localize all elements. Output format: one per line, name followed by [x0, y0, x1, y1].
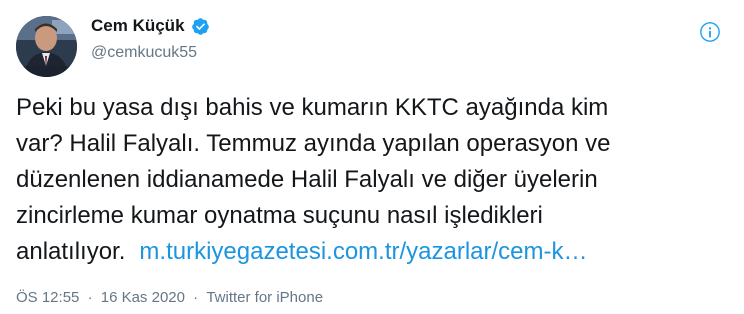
verified-badge-icon	[191, 17, 210, 36]
tweet-card: Cem Küçük @cemkucuk55 Peki bu yasa dışı …	[0, 0, 744, 314]
meta-separator: ·	[87, 289, 93, 306]
tweet-meta: ÖS 12:55 · 16 Kas 2020 · Twitter for iPh…	[16, 288, 323, 308]
more-options-icon	[699, 21, 721, 43]
tweet-link[interactable]: m.turkiyegazetesi.com.tr/yazarlar/cem-k…	[139, 238, 587, 265]
tweet-text-tail: anlatılıyor.	[16, 238, 126, 265]
tweet-date[interactable]: 16 Kas 2020	[101, 288, 185, 308]
meta-separator: ·	[193, 289, 199, 306]
tweet-text-last-line: anlatılıyor. m.turkiyegazetesi.com.tr/yaz…	[16, 234, 731, 270]
tweet-text: Peki bu yasa dışı bahis ve kumarın KKTC …	[16, 90, 731, 270]
avatar-image	[16, 16, 77, 77]
tweet-text-line: Peki bu yasa dışı bahis ve kumarın KKTC …	[16, 94, 609, 121]
tweet-text-line: düzenlenen iddianamede Halil Falyalı ve …	[16, 166, 598, 193]
author-display-name[interactable]: Cem Küçük	[91, 15, 185, 37]
tweet-source[interactable]: Twitter for iPhone	[206, 288, 323, 308]
tweet-time[interactable]: ÖS 12:55	[16, 288, 79, 308]
tweet-text-line: zincirleme kumar oynatma suçunu nasıl iş…	[16, 202, 543, 229]
avatar[interactable]	[16, 16, 77, 77]
author-handle[interactable]: @cemkucuk55	[91, 43, 197, 63]
more-options-button[interactable]	[692, 14, 728, 50]
author-name-row: Cem Küçük	[91, 15, 210, 37]
tweet-text-line: var? Halil Falyalı. Temmuz ayında yapıla…	[16, 130, 611, 157]
